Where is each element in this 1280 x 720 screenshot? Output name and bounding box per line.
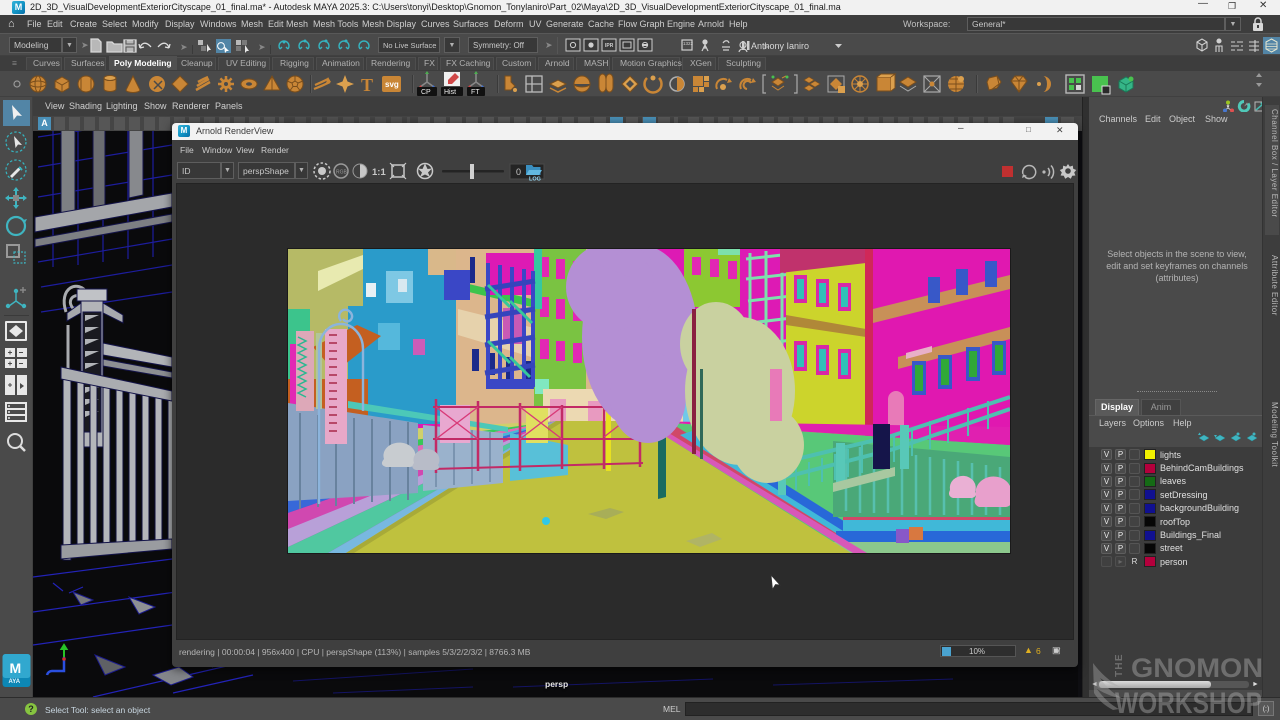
svg-text:CP: CP bbox=[421, 89, 431, 96]
svg-text:IPR: IPR bbox=[605, 43, 614, 49]
svg-text:➤: ➤ bbox=[180, 42, 188, 52]
svg-text:AYA: AYA bbox=[9, 679, 21, 685]
svg-text:Hist: Hist bbox=[444, 89, 456, 96]
svg-text:svg: svg bbox=[385, 80, 399, 89]
svg-text:LOG: LOG bbox=[529, 177, 541, 182]
svg-text:RGB: RGB bbox=[336, 170, 348, 176]
svg-text:➤: ➤ bbox=[258, 42, 266, 52]
svg-text:T: T bbox=[361, 75, 373, 95]
svg-text:1:1: 1:1 bbox=[372, 167, 386, 178]
svg-text:1322: 1322 bbox=[683, 41, 694, 46]
svg-text:FT: FT bbox=[471, 89, 480, 96]
svg-text:M: M bbox=[10, 660, 22, 676]
svg-text:0: 0 bbox=[516, 167, 521, 177]
svg-text:Anthony Ianiro: Anthony Ianiro bbox=[751, 41, 809, 51]
